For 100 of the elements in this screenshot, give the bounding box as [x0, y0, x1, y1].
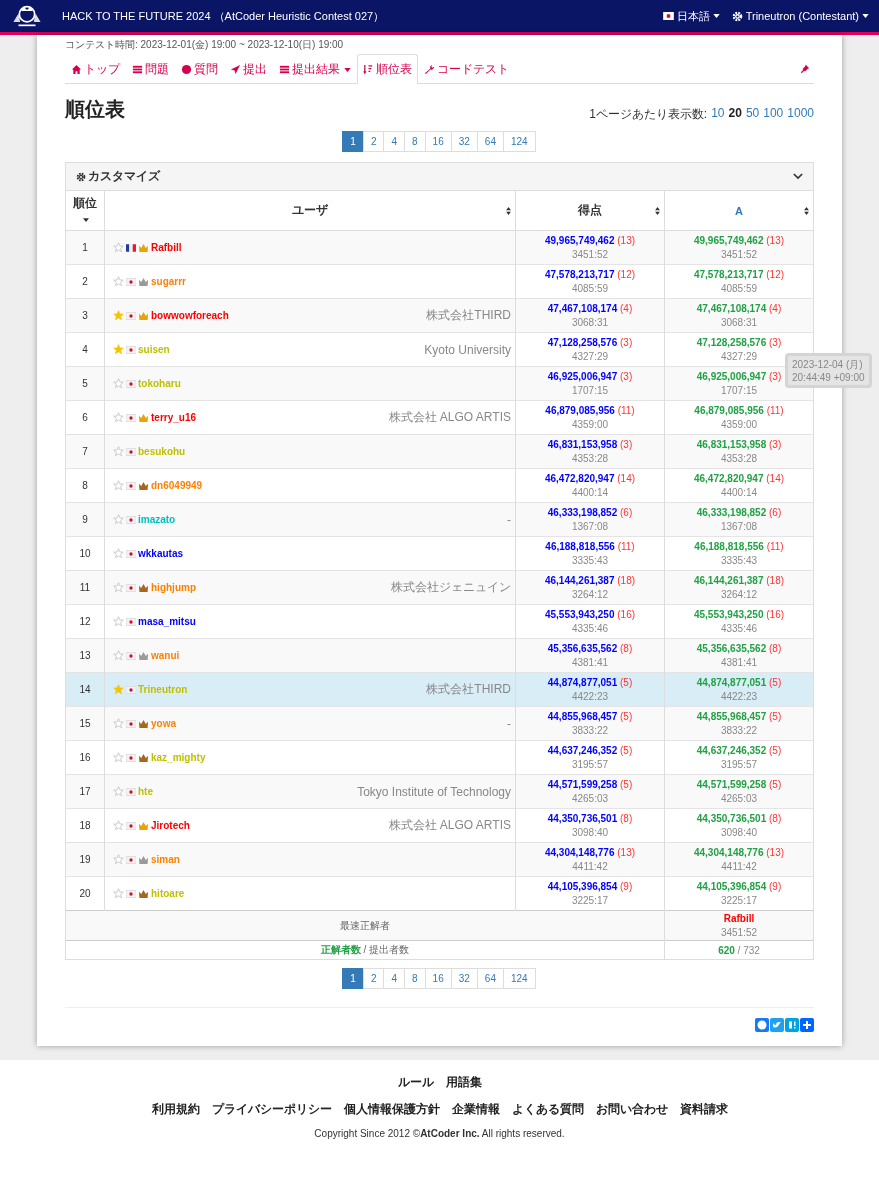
page-link[interactable]: 4 [383, 968, 406, 989]
language-menu[interactable]: 日本語 [662, 8, 720, 24]
star-icon[interactable] [113, 514, 124, 525]
star-icon[interactable] [113, 854, 124, 865]
chevron-icon[interactable] [793, 173, 803, 180]
page-link[interactable]: 16 [424, 131, 452, 152]
task-score-text: 44,105,396,854 (9) [696, 881, 782, 892]
facebook-share-icon[interactable] [755, 1018, 769, 1032]
sort-icon[interactable] [804, 206, 809, 215]
user-link[interactable]: sugarrr [151, 276, 186, 287]
nav-tab[interactable]: 提出 [224, 54, 273, 84]
star-icon[interactable] [113, 548, 124, 559]
star-icon[interactable] [113, 888, 124, 899]
page-link[interactable]: 124 [502, 968, 536, 989]
footer-link[interactable]: プライバシーポリシー [211, 1101, 332, 1118]
nav-tab[interactable]: 質問 [175, 54, 224, 84]
footer-link[interactable]: お問い合わせ [595, 1101, 668, 1118]
user-link[interactable]: wkkautas [138, 548, 184, 559]
star-icon[interactable] [113, 480, 124, 491]
star-icon[interactable] [113, 684, 124, 695]
star-icon[interactable] [113, 786, 124, 797]
user-link[interactable]: wanui [151, 650, 180, 661]
per-page-option[interactable]: 10 [711, 106, 725, 123]
star-icon[interactable] [113, 820, 124, 831]
star-icon[interactable] [113, 242, 124, 253]
footer-link[interactable]: 資料請求 [679, 1101, 728, 1118]
user-menu[interactable]: Trineutron (Contestant) [731, 10, 869, 22]
star-icon[interactable] [113, 276, 124, 287]
task-score-text: 44,571,599,258 (5) [696, 779, 782, 790]
page-link[interactable]: 2 [362, 131, 385, 152]
footer-link[interactable]: ルール [397, 1074, 434, 1091]
footer-link[interactable]: 個人情報保護方針 [343, 1101, 440, 1118]
user-link[interactable]: Jirotech [151, 820, 190, 831]
nav-tab[interactable]: 提出結果 [273, 54, 357, 84]
page-link[interactable]: 8 [404, 968, 426, 989]
page-link[interactable]: 1 [342, 968, 364, 989]
user-link[interactable]: Rafbill [151, 242, 182, 253]
star-icon[interactable] [113, 412, 124, 423]
sort-icon[interactable] [655, 206, 660, 215]
star-icon[interactable] [113, 344, 124, 355]
column-header[interactable]: 順位 [66, 191, 105, 231]
per-page-option[interactable]: 1000 [787, 106, 814, 123]
score-text: 46,925,006,947 (3) [547, 371, 633, 382]
column-header[interactable]: ユーザ [292, 203, 328, 217]
footer-link[interactable]: 利用規約 [151, 1101, 200, 1118]
user-link[interactable]: Rafbill [723, 913, 755, 924]
page-link[interactable]: 8 [404, 131, 426, 152]
page-link[interactable]: 64 [476, 131, 504, 152]
affiliation: - [507, 716, 511, 731]
rank-cell: 19 [66, 842, 105, 877]
twitter-share-icon[interactable] [770, 1018, 784, 1032]
plus-share-icon[interactable] [800, 1018, 814, 1032]
customize-toggle[interactable]: カスタマイズ [76, 168, 160, 185]
nav-tab[interactable]: トップ [65, 54, 126, 84]
star-icon[interactable] [113, 752, 124, 763]
star-icon[interactable] [113, 310, 124, 321]
rank-cell: 7 [66, 434, 105, 469]
column-header[interactable]: A [735, 204, 743, 217]
nav-tab[interactable]: 問題 [126, 54, 175, 84]
star-icon[interactable] [113, 446, 124, 457]
time-text: 4265:03 [571, 793, 609, 804]
page-link[interactable]: 2 [362, 968, 385, 989]
user-link[interactable]: bowwowforeach [151, 310, 229, 321]
rank-cell: 13 [66, 638, 105, 673]
footer-link[interactable]: よくある質問 [511, 1101, 584, 1118]
time-text: 4327:29 [720, 351, 758, 362]
page-link[interactable]: 64 [476, 968, 504, 989]
time-text: 3264:12 [720, 589, 758, 600]
per-page-option[interactable]: 50 [745, 106, 760, 123]
time-text: 3068:31 [571, 317, 609, 328]
page-link[interactable]: 32 [450, 131, 478, 152]
per-page-option[interactable]: 20 [728, 106, 742, 123]
pin-icon[interactable] [800, 63, 810, 74]
nav-tab[interactable]: 順位表 [357, 54, 418, 84]
page-link[interactable]: 4 [383, 131, 406, 152]
page-link[interactable]: 32 [450, 968, 478, 989]
sort-icon[interactable] [506, 206, 511, 215]
star-icon[interactable] [113, 616, 124, 627]
page-link[interactable]: 124 [502, 131, 536, 152]
user-link[interactable]: terry_u16 [151, 412, 197, 423]
star-icon[interactable] [113, 582, 124, 593]
star-icon[interactable] [113, 718, 124, 729]
footer-link[interactable]: 用語集 [445, 1074, 482, 1091]
score-text: 49,965,749,462 (13) [544, 235, 636, 246]
star-icon[interactable] [113, 650, 124, 661]
star-icon[interactable] [113, 378, 124, 389]
page-link[interactable]: 16 [424, 968, 452, 989]
score-text: 46,333,198,852 (6) [547, 507, 633, 518]
footer-link[interactable]: 企業情報 [451, 1101, 500, 1118]
user-link[interactable]: masa_mitsu [138, 616, 196, 627]
column-header[interactable]: 得点 [578, 203, 602, 217]
per-page-option[interactable]: 100 [763, 106, 784, 123]
task-score-text: 46,333,198,852 (6) [696, 507, 782, 518]
contest-title[interactable]: HACK TO THE FUTURE 2024 （AtCoder Heuristic Contest 027） [62, 8, 385, 24]
page-link[interactable]: 1 [342, 131, 364, 152]
nav-tab[interactable]: コードテスト [418, 54, 515, 84]
user-link[interactable]: dn6049949 [151, 480, 203, 491]
time-text: 3833:22 [720, 725, 758, 736]
hatena-share-icon[interactable] [785, 1018, 799, 1032]
task-score-text: 46,188,818,556 (11) [694, 541, 784, 552]
